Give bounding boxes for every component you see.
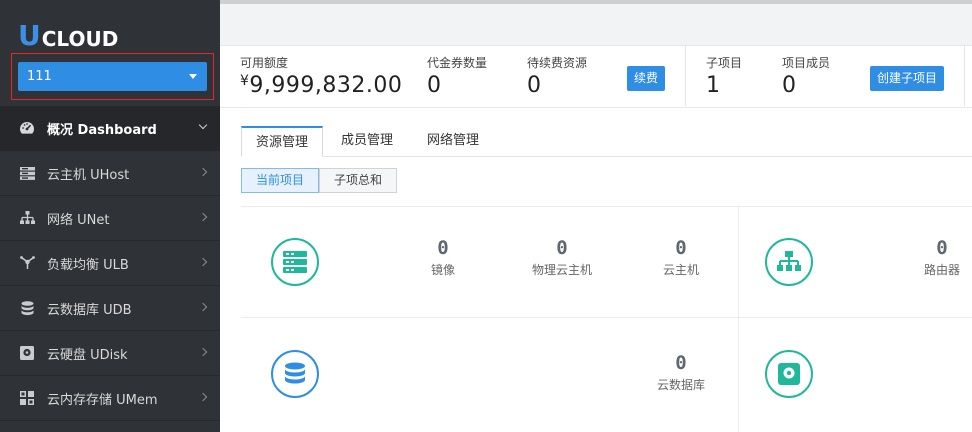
create-subproject-button[interactable]: 创建子项目 [870,66,945,91]
top-header-bar [220,4,972,46]
metric-value: 0 [556,237,568,259]
renew-button[interactable]: 续费 [627,66,666,91]
database-icon [19,300,35,316]
project-selector-highlight: 111 [11,53,214,100]
renew-label: 待续费资源 [527,56,588,70]
sidebar-item-uhost[interactable]: 云主机 UHost [0,151,220,196]
server-icon [19,165,35,181]
renew-stat: 待续费资源 0 [527,54,587,98]
sidebar-item-label: 云硬盘 UDisk [47,347,128,363]
quota-label: 可用额度 [240,56,289,70]
metric-label: 物理云主机 [531,263,592,277]
chevron-right-icon [198,392,208,402]
tab-resource-management[interactable]: 资源管理 [241,126,324,157]
sidebar-item-label: 云主机 UHost [47,167,130,183]
resource-row-2: 0 云数据库 [241,317,972,432]
member-stat: 项目成员 0 [782,54,830,98]
metric-image[interactable]: 0 镜像 [398,237,488,278]
metric-value: 0 [675,352,687,374]
member-label: 项目成员 [782,56,831,70]
resource-tabs: 资源管理 成员管理 网络管理 [241,126,972,157]
quota-value-wrap: ¥9,999,832.00 [240,73,402,98]
sidebar-item-label: 负载均衡 ULB [47,257,129,273]
metric-physical-host[interactable]: 0 物理云主机 [517,237,607,278]
disk-icon [19,345,35,361]
sidebar-item-label: 概况 Dashboard [47,122,157,138]
subtab-subproject-total[interactable]: 子项总和 [319,168,398,193]
logo-letter: U [18,19,41,52]
metric-value: 0 [675,237,687,259]
sidebar-item-label: 云数据库 UDB [47,302,132,318]
server-rack-icon [271,238,319,286]
account-stats: 可用额度 ¥9,999,832.00 代金券数量 0 待续费资源 0 续费 子项… [220,46,972,108]
chevron-right-icon [198,347,208,357]
project-select-value: 111 [27,69,52,84]
voucher-value: 0 [427,73,441,98]
stats-divider-right [964,46,965,106]
sidebar-nav: 概况 Dashboard 云主机 UHost 网络 UNet 负载均衡 ULB … [0,106,220,421]
caret-down-icon [189,74,197,79]
sidebar-item-dashboard[interactable]: 概况 Dashboard [0,106,220,151]
sidebar-item-udisk[interactable]: 云硬盘 UDisk [0,331,220,376]
sidebar: U CLOUD 111 概况 Dashboard 云主机 UHost 网络 UN… [0,0,220,432]
disk-square-icon [765,350,813,398]
app-root: U CLOUD 111 概况 Dashboard 云主机 UHost 网络 UN… [0,0,972,432]
sidebar-item-label: 网络 UNet [47,212,110,228]
chevron-right-icon [198,302,208,312]
subproject-value: 1 [706,73,720,98]
ucloud-logo: U CLOUD [18,19,119,52]
memory-icon [19,390,35,406]
network-tree-icon [765,238,813,286]
tab-network-management[interactable]: 网络管理 [413,126,493,157]
sidebar-item-udb[interactable]: 云数据库 UDB [0,286,220,331]
voucher-label: 代金券数量 [427,56,488,70]
metric-uhost[interactable]: 0 云主机 [636,237,726,278]
member-value: 0 [782,73,796,98]
chevron-right-icon [198,212,208,222]
sidebar-item-umem[interactable]: 云内存存储 UMem [0,376,220,421]
network-icon [19,210,35,226]
project-select[interactable]: 111 [18,62,207,91]
subproject-stat: 子项目 1 [706,54,742,98]
subproject-label: 子项目 [706,56,743,70]
stats-divider [685,46,686,106]
chevron-down-icon [198,120,208,130]
sidebar-item-unet[interactable]: 网络 UNet [0,196,220,241]
metric-udb[interactable]: 0 云数据库 [636,352,726,393]
metric-label: 镜像 [430,263,455,277]
currency-symbol: ¥ [240,73,250,89]
metric-label: 云数据库 [656,378,705,392]
dashboard-icon [19,120,35,136]
database-stack-icon [271,350,319,398]
resource-row-1: 0 镜像 0 物理云主机 0 云主机 0 路由器 [241,206,972,318]
subtab-current-project[interactable]: 当前项目 [241,168,320,193]
metric-value: 0 [437,237,449,259]
sidebar-item-label: 云内存存储 UMem [47,392,158,408]
metric-value: 0 [936,237,948,259]
tab-member-management[interactable]: 成员管理 [327,126,407,157]
renew-value: 0 [527,73,541,98]
logo-text: CLOUD [41,27,119,51]
load-balancer-icon [19,255,35,271]
cell-divider [738,318,739,432]
scope-toggle: 当前项目 子项总和 [241,168,398,193]
voucher-stat: 代金券数量 0 [427,54,487,98]
chevron-right-icon [198,167,208,177]
sidebar-item-ulb[interactable]: 负载均衡 ULB [0,241,220,286]
chevron-right-icon [198,257,208,267]
metric-label: 路由器 [923,263,960,277]
metric-router[interactable]: 0 路由器 [897,237,972,278]
main-content: 可用额度 ¥9,999,832.00 代金券数量 0 待续费资源 0 续费 子项… [220,4,972,432]
cell-divider [738,207,739,318]
quota-stat: 可用额度 ¥9,999,832.00 [240,54,402,98]
metric-label: 云主机 [662,263,699,277]
quota-value: 9,999,832.00 [249,73,403,98]
